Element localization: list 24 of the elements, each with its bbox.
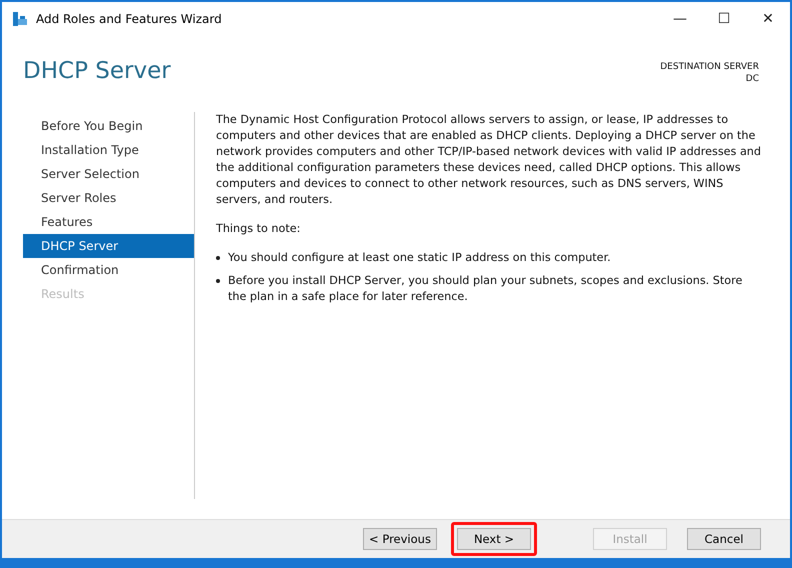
page-heading: DHCP Server [23, 58, 171, 86]
nav-item[interactable]: Installation Type [23, 138, 194, 162]
bullet-icon [216, 256, 220, 260]
wizard-button[interactable]: < Previous [363, 528, 437, 550]
nav-item[interactable]: Before You Begin [23, 114, 194, 138]
close-button[interactable]: ✕ [746, 2, 790, 36]
description-text: The Dynamic Host Configuration Protocol allows servers to assign, or lease, IP addresses to computers and other devices that are enabled as DHCP clients. Deploying a DHCP server on the network provides computers and other TCP/IP-based network devices with valid IP addresses and the additional configuration parameters these devices need, called DHCP options. This allows computers and devices to connect to other network resources, such as DNS servers, WINS servers, and routers. [216, 112, 762, 208]
destination-label: DESTINATION SERVER [660, 61, 759, 73]
nav-item[interactable]: Server Roles [23, 186, 194, 210]
nav-item[interactable]: Server Selection [23, 162, 194, 186]
server-wizard-icon [12, 11, 28, 27]
nav-item[interactable]: DHCP Server [23, 234, 194, 258]
note-text: You should configure at least one static IP address on this computer. [228, 250, 611, 266]
window-title: Add Roles and Features Wizard [36, 12, 223, 26]
wizard-button[interactable]: Cancel [687, 528, 761, 550]
nav-item[interactable]: Features [23, 210, 194, 234]
notes-heading: Things to note: [216, 221, 302, 237]
bullet-icon [216, 279, 220, 283]
wizard-button[interactable]: Next > [457, 528, 531, 550]
maximize-button[interactable]: ☐ [702, 2, 746, 36]
note-text: Before you install DHCP Server, you should plan your subnets, scopes and exclusions. Store the plan in a safe place for later reference. [228, 273, 744, 305]
destination-server-name: DC [746, 73, 759, 85]
nav-item[interactable]: Confirmation [23, 258, 194, 282]
minimize-button[interactable]: — [658, 2, 702, 36]
